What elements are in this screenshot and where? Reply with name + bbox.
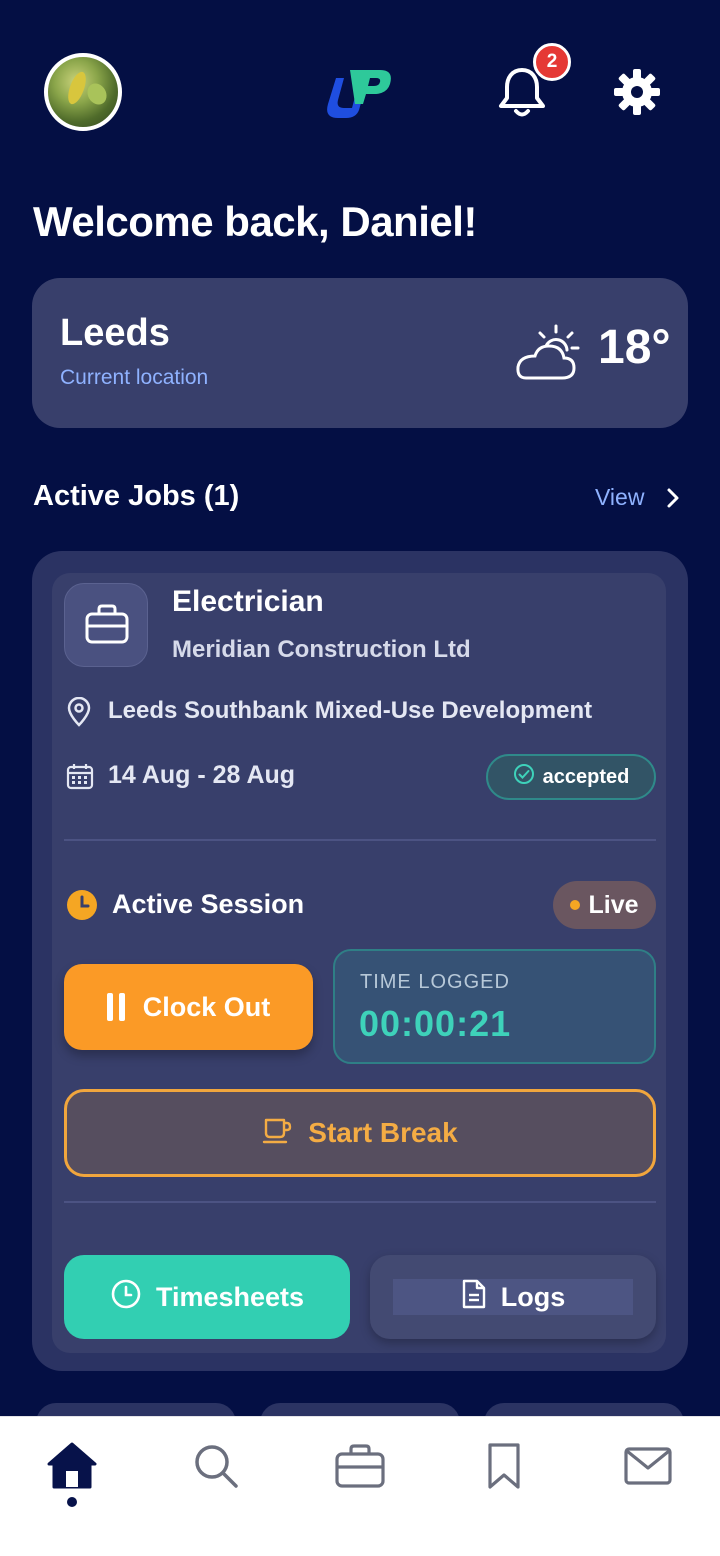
logs-label: Logs: [500, 1281, 566, 1312]
job-company: Meridian Construction Ltd: [172, 636, 471, 663]
app-logo: [326, 64, 394, 120]
settings-gear-icon[interactable]: [612, 67, 662, 117]
job-site: Leeds Southbank Mixed-Use Development: [108, 697, 593, 724]
status-badge: accepted: [486, 754, 656, 800]
mail-icon[interactable]: [618, 1436, 678, 1496]
document-icon: [461, 1278, 487, 1317]
time-logged-label: TIME LOGGED: [360, 971, 510, 993]
search-icon[interactable]: [186, 1436, 246, 1496]
active-jobs-title: Active Jobs (1): [33, 480, 240, 512]
logs-button[interactable]: Logs: [370, 1255, 656, 1339]
job-title: Electrician: [172, 585, 324, 618]
bookmark-icon[interactable]: [474, 1436, 534, 1496]
location-subtitle: Current location: [60, 366, 209, 389]
briefcase-icon: [64, 583, 148, 667]
welcome-heading: Welcome back, Daniel!: [33, 198, 477, 245]
home-icon[interactable]: [42, 1436, 102, 1496]
timesheets-button[interactable]: Timesheets: [64, 1255, 350, 1339]
active-tab-indicator: [67, 1497, 77, 1507]
clock-out-label: Clock Out: [142, 991, 271, 1022]
notification-count-badge: 2: [533, 43, 571, 81]
clock-icon: [110, 1278, 142, 1317]
view-jobs-link[interactable]: View: [595, 484, 644, 511]
timesheets-label: Timesheets: [155, 1281, 305, 1312]
coffee-cup-icon: [262, 1116, 292, 1151]
clock-icon: [66, 889, 98, 921]
job-dates: 14 Aug - 28 Aug: [108, 761, 296, 789]
temperature: 18°: [598, 321, 671, 374]
time-logged-value: 00:00:21: [359, 1003, 512, 1044]
chevron-right-icon[interactable]: [664, 484, 682, 512]
profile-avatar[interactable]: [44, 53, 122, 131]
live-badge: Live: [553, 881, 656, 929]
divider: [64, 839, 656, 841]
clock-out-button[interactable]: Clock Out: [64, 964, 313, 1050]
location-city: Leeds: [60, 312, 170, 354]
active-session-label: Active Session: [112, 889, 305, 919]
live-dot-icon: [570, 900, 581, 910]
check-circle-icon: [513, 763, 535, 791]
start-break-button[interactable]: Start Break: [64, 1089, 656, 1177]
location-pin-icon: [66, 696, 92, 727]
partly-cloudy-icon: [512, 322, 582, 382]
live-label: Live: [588, 890, 639, 919]
calendar-icon: [66, 762, 94, 790]
status-label: accepted: [542, 765, 630, 788]
pause-icon: [106, 993, 125, 1021]
briefcase-icon[interactable]: [330, 1436, 390, 1496]
divider: [64, 1201, 656, 1203]
start-break-label: Start Break: [308, 1117, 458, 1148]
